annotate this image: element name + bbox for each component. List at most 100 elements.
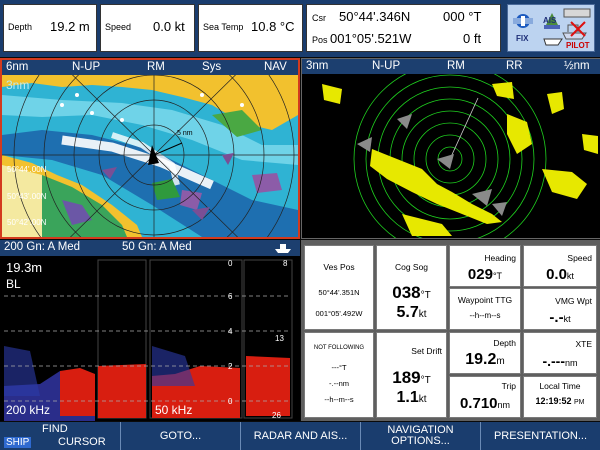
scale-2: 2 <box>228 362 233 371</box>
set-value: 189°T <box>392 368 431 387</box>
local-time-label: Local Time <box>539 381 581 391</box>
status-icons-svg: FIX AIS PILOT <box>513 8 591 50</box>
find-label: FIND <box>42 423 68 435</box>
waypoint-ttg-cell[interactable]: Waypoint TTG --h--m--s <box>449 288 521 330</box>
scale-8: 8 <box>283 259 288 268</box>
chart-pane[interactable]: 6nm N-UP RM Sys NAV 3nm 50°44'.00N 50°43… <box>0 58 300 239</box>
cursor-option[interactable]: CURSOR <box>58 437 106 448</box>
trip-value: 0.710nm <box>459 395 511 412</box>
chart-motion[interactable]: RM <box>147 61 165 73</box>
csr-bearing: 000 °T <box>443 9 482 24</box>
csr-latitude: 50°44'.346N <box>339 9 411 24</box>
radar-ring-interval[interactable]: ½nm <box>564 60 590 72</box>
vmg-wpt-cell[interactable]: VMG Wpt -.-kt <box>523 288 597 330</box>
not-following-bearing: ---°T <box>331 363 347 372</box>
not-following-distance: -.--nm <box>329 379 349 388</box>
xte-cell[interactable]: XTE -.---nm <box>523 332 597 374</box>
sonar-pane-header: 200 Gn: A Med 50 Gn: A Med <box>0 240 300 256</box>
depth-label: Depth <box>8 22 33 32</box>
ais-text: AIS <box>543 16 557 25</box>
sonar-depth-readout: 19.3m <box>6 260 42 275</box>
heading-label: Heading <box>484 253 516 263</box>
scale-6: 6 <box>228 292 233 301</box>
speed-box: Speed 0.0 kt <box>100 4 195 52</box>
scale-26: 26 <box>272 411 281 420</box>
speed-value-data: 0.0kt <box>546 266 574 283</box>
nav-options-line2: OPTIONS... <box>391 435 450 447</box>
scale-4: 4 <box>228 327 233 336</box>
not-following-cell[interactable]: NOT FOLLOWING ---°T -.--nm --h--m--s <box>304 332 374 418</box>
vmg-wpt-value: -.-kt <box>549 309 571 326</box>
sonar-display[interactable]: 0 8 6 4 13 2 0 26 19.3m BL 200 kHz 50 kH… <box>0 256 300 421</box>
depth-label-data: Depth <box>493 338 516 348</box>
drift-value: 1.1kt <box>396 389 427 406</box>
local-time-cell[interactable]: Local Time 12:19:52 PM <box>523 376 597 418</box>
sonar-freq-50: 50 kHz <box>155 403 192 417</box>
sonar-boat-icon <box>275 244 291 253</box>
pos-distance: 0 ft <box>463 31 482 46</box>
cog-sog-cell[interactable]: Cog Sog 038°T 5.7kt <box>376 245 447 330</box>
speed-cell[interactable]: Speed 0.0kt <box>523 245 597 287</box>
pos-longitude: 001°05'.521W <box>330 31 412 46</box>
goto-softkey[interactable]: GOTO... <box>120 422 240 450</box>
scale-0: 0 <box>228 259 233 268</box>
lat-label-3: 50°42'.00N <box>7 218 47 227</box>
chart-range[interactable]: 6nm <box>6 61 28 73</box>
lat-label-2: 50°43'.00N <box>7 192 47 201</box>
radar-rr[interactable]: RR <box>506 60 523 72</box>
find-ship-softkey[interactable]: SHIP FIND CURSOR <box>0 422 120 450</box>
radar-pane-header: 3nm N-UP RM RR ½nm <box>302 59 600 74</box>
cog-sog-label: Cog Sog <box>394 262 429 272</box>
cog-value: 038°T <box>392 283 431 302</box>
radar-display[interactable] <box>302 74 600 238</box>
depth-box: Depth 19.2 m <box>3 4 97 52</box>
sonar-freq-200: 200 kHz <box>6 403 50 417</box>
ves-pos-label: Ves Pos <box>323 262 355 272</box>
trip-cell[interactable]: Trip 0.710nm <box>449 376 521 418</box>
pos-label: Pos <box>312 35 328 45</box>
radar-ais-softkey[interactable]: RADAR AND AIS... <box>240 422 360 450</box>
not-following-label: NOT FOLLOWING <box>313 345 365 351</box>
radar-range[interactable]: 3nm <box>306 60 328 72</box>
ship-option[interactable]: SHIP <box>4 437 32 448</box>
navigation-options-softkey[interactable]: NAVIGATION OPTIONS... <box>360 422 480 450</box>
sonar-bl-label: BL <box>6 277 21 291</box>
chart-orientation[interactable]: N-UP <box>72 61 100 73</box>
status-icons-box[interactable]: FIX AIS PILOT <box>507 4 595 52</box>
chart-nav[interactable]: NAV <box>264 61 287 73</box>
presentation-softkey[interactable]: PRESENTATION... <box>480 422 600 450</box>
scale-0b: 0 <box>228 397 233 406</box>
lat-label-1: 50°44'.00N <box>7 165 47 174</box>
sonar-bottom-scale <box>246 356 290 416</box>
sea-temp-box: Sea Temp 10.8 °C <box>198 4 303 52</box>
not-following-time: --h--m--s <box>324 395 354 404</box>
speed-label: Speed <box>105 22 132 32</box>
overlay-range: 3nm <box>6 78 29 92</box>
set-drift-cell[interactable]: Set Drift 189°T 1.1kt <box>376 332 447 418</box>
pilot-text: PILOT <box>566 41 590 50</box>
fix-text: FIX <box>516 34 529 43</box>
ves-pos-cell[interactable]: Ves Pos 50°44'.351N 001°05'.492W <box>304 245 374 330</box>
boat-icon <box>543 38 563 46</box>
sonar-pane[interactable]: 200 Gn: A Med 50 Gn: A Med 0 8 6 4 13 2 … <box>0 240 300 421</box>
sonar-bottom-200 <box>98 364 146 418</box>
data-pane[interactable]: Ves Pos 50°44'.351N 001°05'.492W Cog Sog… <box>301 240 600 421</box>
sea-temp-value: 10.8 °C <box>251 19 295 34</box>
top-data-bar: Depth 19.2 m Speed 0.0 kt Sea Temp 10.8 … <box>0 0 600 57</box>
nautical-chart[interactable]: 3nm 50°44'.00N 50°43'.00N 50°42'.00N 5 n… <box>2 75 298 237</box>
set-drift-label: Set Drift <box>411 346 442 356</box>
heading-cell[interactable]: Heading 029°T <box>449 245 521 287</box>
xte-label: XTE <box>575 339 592 349</box>
radar-orientation[interactable]: N-UP <box>372 60 400 72</box>
sog-value: 5.7kt <box>396 304 427 321</box>
chart-sys[interactable]: Sys <box>202 61 221 73</box>
radar-motion[interactable]: RM <box>447 60 465 72</box>
sonar-gain-50[interactable]: 50 Gn: A Med <box>122 241 192 253</box>
ves-pos-lon: 001°05'.492W <box>315 309 363 318</box>
depth-cell[interactable]: Depth 19.2m <box>449 332 521 374</box>
trip-label: Trip <box>501 381 516 391</box>
sonar-gain-200[interactable]: 200 Gn: A Med <box>4 241 80 253</box>
radar-pane[interactable]: 3nm N-UP RM RR ½nm <box>301 58 600 239</box>
gps-fix-icon <box>513 14 533 28</box>
cursor-position-box: Csr 50°44'.346N 000 °T Pos 001°05'.521W … <box>306 4 501 52</box>
